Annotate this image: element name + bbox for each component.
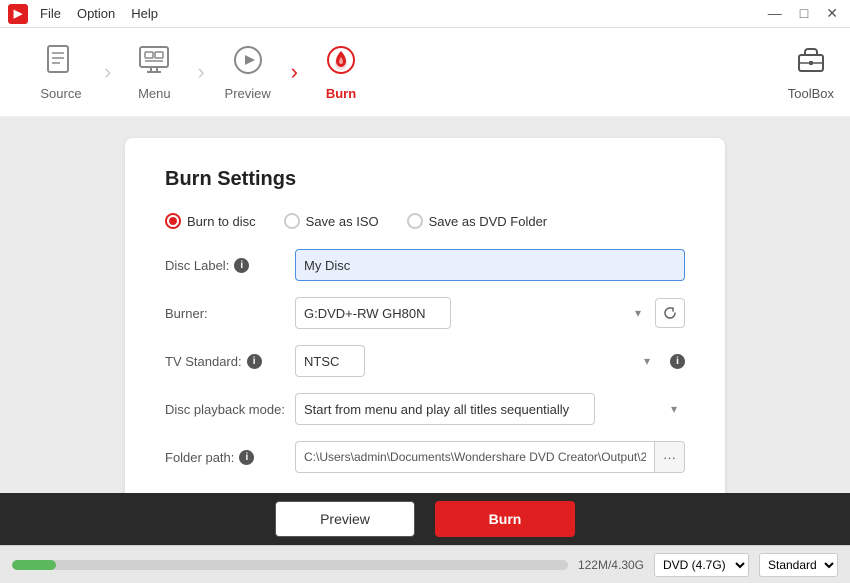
radio-iso-label: Save as ISO: [306, 214, 379, 229]
nav-item-burn[interactable]: Burn: [296, 28, 386, 116]
burn-icon: [324, 43, 358, 82]
menu-file[interactable]: File: [40, 6, 61, 21]
folder-path-wrap: ···: [295, 441, 685, 473]
burner-select[interactable]: G:DVD+-RW GH80N: [295, 297, 451, 329]
radio-save-dvd-folder[interactable]: Save as DVD Folder: [407, 213, 548, 229]
tv-standard-label: TV Standard: i: [165, 354, 295, 369]
menu-help[interactable]: Help: [131, 6, 158, 21]
disc-playback-select[interactable]: Start from menu and play all titles sequ…: [295, 393, 595, 425]
disc-type-wrap: DVD (4.7G) Blu-ray 25G: [654, 553, 749, 577]
disc-playback-row: Disc playback mode: Start from menu and …: [165, 393, 685, 425]
burn-settings-card: Burn Settings Burn to disc Save as ISO S…: [125, 138, 725, 493]
tv-standard-info-icon[interactable]: i: [247, 354, 262, 369]
app-logo: ▶: [8, 4, 28, 24]
menu-icon: [137, 43, 171, 82]
quality-select[interactable]: Standard High Low: [759, 553, 838, 577]
burn-button[interactable]: Burn: [435, 501, 575, 537]
disc-playback-arrow-wrap: Start from menu and play all titles sequ…: [295, 393, 685, 425]
folder-path-button[interactable]: ···: [655, 441, 685, 473]
radio-circle-burn: [165, 213, 181, 229]
minimize-button[interactable]: —: [764, 5, 786, 22]
nav-item-preview[interactable]: Preview: [203, 28, 293, 116]
title-bar-left: ▶ File Option Help: [8, 4, 158, 24]
radio-burn-label: Burn to disc: [187, 214, 256, 229]
folder-path-row: Folder path: i ···: [165, 441, 685, 473]
radio-save-iso[interactable]: Save as ISO: [284, 213, 379, 229]
progress-bar-wrap: [12, 560, 568, 570]
toolbar: Source › Menu ›: [0, 28, 850, 118]
card-title: Burn Settings: [165, 168, 685, 191]
disc-label-info-icon[interactable]: i: [234, 258, 249, 273]
radio-circle-iso: [284, 213, 300, 229]
source-label: Source: [40, 86, 81, 101]
menu-nav-label: Menu: [138, 86, 171, 101]
progress-text: 122M/4.30G: [578, 558, 644, 572]
tv-standard-select-wrap: NTSC PAL i: [295, 345, 685, 377]
main-content: Burn Settings Burn to disc Save as ISO S…: [0, 118, 850, 493]
burn-nav-label: Burn: [326, 86, 356, 101]
status-bar: 122M/4.30G DVD (4.7G) Blu-ray 25G Standa…: [0, 545, 850, 583]
radio-group: Burn to disc Save as ISO Save as DVD Fol…: [165, 213, 685, 229]
nav-item-source[interactable]: Source: [16, 28, 106, 116]
burner-row: Burner: G:DVD+-RW GH80N: [165, 297, 685, 329]
tv-standard-arrow-wrap: NTSC PAL: [295, 345, 658, 377]
nav-item-menu[interactable]: Menu: [109, 28, 199, 116]
folder-path-label: Folder path: i: [165, 450, 295, 465]
radio-burn-to-disc[interactable]: Burn to disc: [165, 213, 256, 229]
folder-path-input[interactable]: [295, 441, 655, 473]
refresh-button[interactable]: [655, 298, 685, 328]
action-bar: Preview Burn: [0, 493, 850, 545]
preview-button[interactable]: Preview: [275, 501, 415, 537]
disc-playback-label: Disc playback mode:: [165, 402, 295, 417]
title-bar: ▶ File Option Help — □ ✕: [0, 0, 850, 28]
folder-path-info-icon[interactable]: i: [239, 450, 254, 465]
toolbox-label: ToolBox: [788, 86, 834, 101]
burner-select-wrap: G:DVD+-RW GH80N: [295, 297, 685, 329]
radio-dvd-label: Save as DVD Folder: [429, 214, 548, 229]
disc-type-select[interactable]: DVD (4.7G) Blu-ray 25G: [654, 553, 749, 577]
quality-wrap: Standard High Low: [759, 553, 838, 577]
tv-standard-right-info-icon[interactable]: i: [670, 354, 685, 369]
tv-standard-row: TV Standard: i NTSC PAL i: [165, 345, 685, 377]
maximize-button[interactable]: □: [796, 5, 812, 22]
menu-bar: File Option Help: [40, 6, 158, 21]
toolbox-button[interactable]: ToolBox: [788, 43, 834, 101]
close-button[interactable]: ✕: [822, 5, 842, 22]
source-icon: [44, 43, 78, 82]
title-bar-controls: — □ ✕: [764, 5, 842, 22]
progress-bar-fill: [12, 560, 56, 570]
preview-icon: [231, 43, 265, 82]
radio-circle-dvd: [407, 213, 423, 229]
tv-standard-select[interactable]: NTSC PAL: [295, 345, 365, 377]
burner-select-arrow-wrap: G:DVD+-RW GH80N: [295, 297, 649, 329]
disc-label-label: Disc Label: i: [165, 258, 295, 273]
disc-label-row: Disc Label: i: [165, 249, 685, 281]
toolbox-icon: [795, 43, 827, 82]
disc-label-input[interactable]: [295, 249, 685, 281]
preview-nav-label: Preview: [225, 86, 271, 101]
nav-items: Source › Menu ›: [16, 28, 386, 116]
menu-option[interactable]: Option: [77, 6, 115, 21]
burner-label: Burner:: [165, 306, 295, 321]
